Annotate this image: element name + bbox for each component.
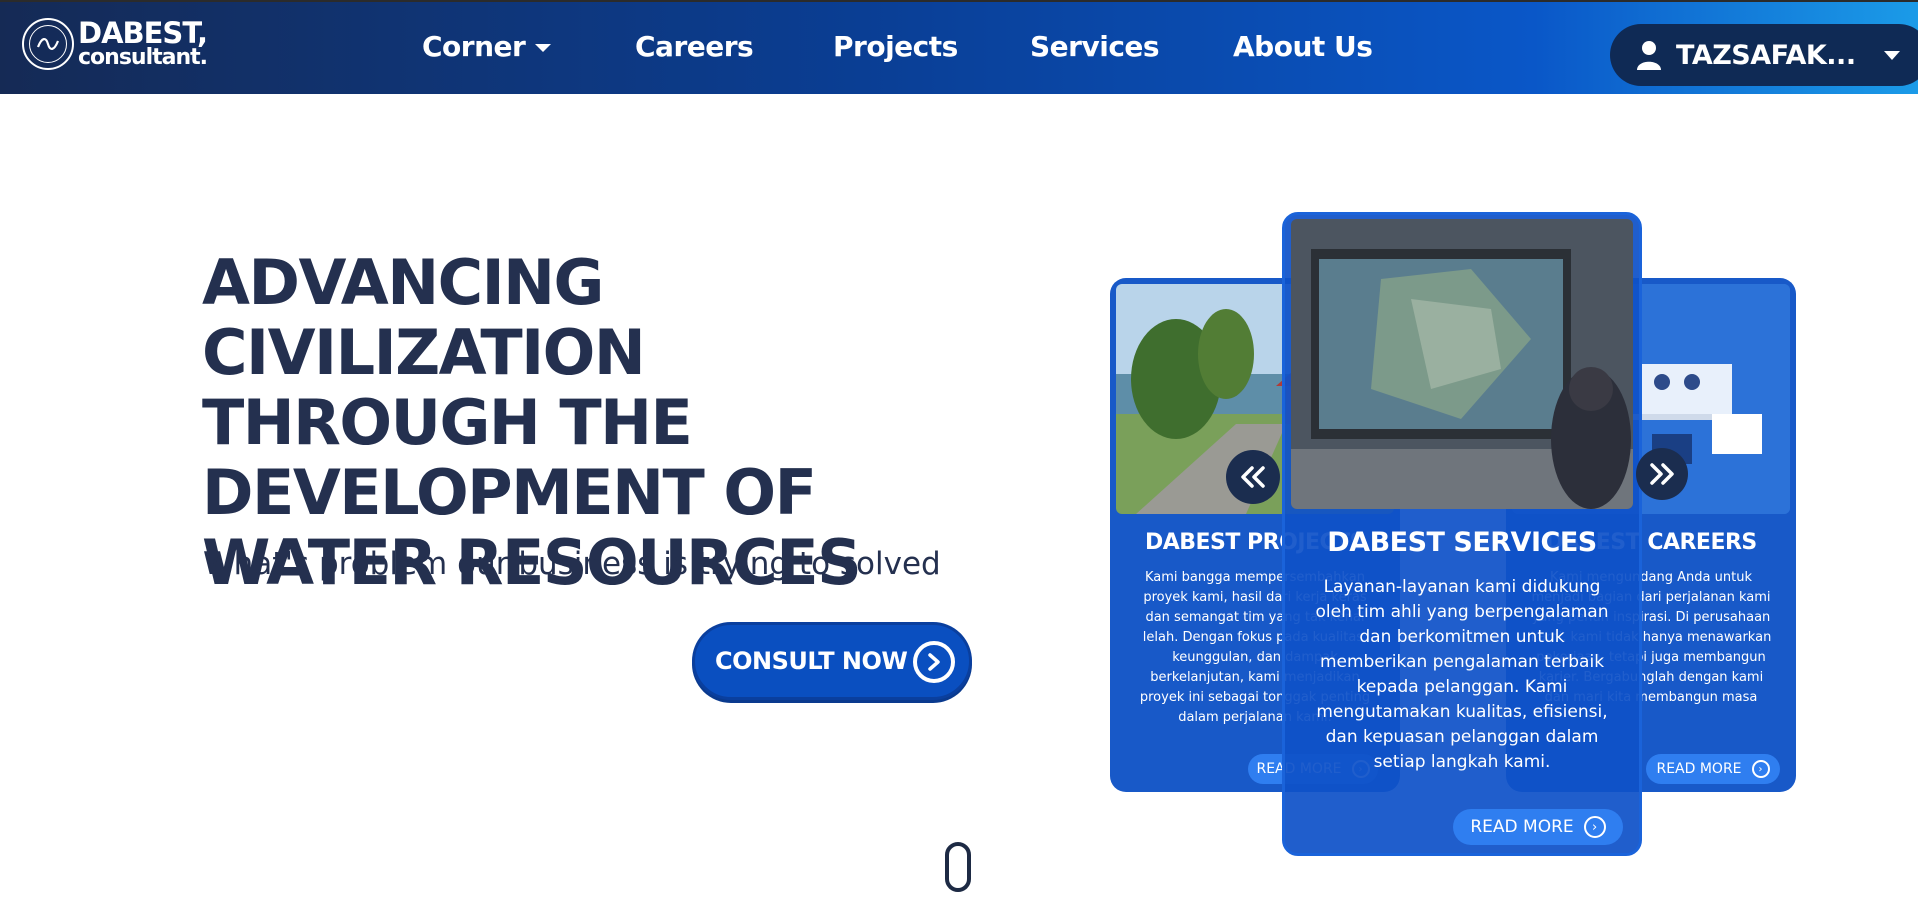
read-more-label: READ MORE <box>1470 817 1574 837</box>
carousel-prev-button[interactable] <box>1226 450 1280 504</box>
consult-now-button[interactable]: CONSULT NOW <box>692 622 972 700</box>
nav-item-projects[interactable]: Projects <box>833 30 958 63</box>
caret-down-icon <box>535 44 552 52</box>
double-chevron-left-icon <box>1241 466 1265 488</box>
read-more-label: READ MORE <box>1656 761 1742 777</box>
nav-item-about-us[interactable]: About Us <box>1233 30 1373 63</box>
user-icon <box>1637 41 1661 70</box>
chevron-right-circle-icon: › <box>1583 816 1606 838</box>
card-services-title: DABEST SERVICES <box>1327 527 1597 558</box>
logo-emblem-icon <box>22 18 74 70</box>
consult-now-label: CONSULT NOW <box>715 647 908 675</box>
nav-item-label: Corner <box>422 30 526 63</box>
card-services-body: Layanan-layanan kami didukung oleh tim a… <box>1315 577 1609 772</box>
hero-subtitle: What's problem our business is trying to… <box>203 546 941 582</box>
user-name: TAZSAFAK... <box>1676 39 1856 71</box>
carousel-next-button[interactable] <box>1636 448 1688 500</box>
brand-logo[interactable]: DABEST, consultant. <box>22 16 222 74</box>
nav-item-services[interactable]: Services <box>1030 30 1160 63</box>
chevron-right-circle-icon: › <box>1751 760 1770 778</box>
card-careers-read-more-button[interactable]: READ MORE › <box>1646 754 1780 784</box>
nav-item-corner[interactable]: Corner <box>422 30 552 63</box>
brand-tagline: consultant. <box>78 45 208 70</box>
double-chevron-right-icon <box>1650 463 1674 485</box>
user-menu-button[interactable]: TAZSAFAK... <box>1610 24 1918 86</box>
navbar: DABEST, consultant. Corner Careers Proje… <box>0 0 1918 94</box>
chevron-right-circle-icon <box>913 641 955 683</box>
card-services: DABEST SERVICES Layanan-layanan kami did… <box>1282 212 1642 856</box>
services-photo <box>1291 219 1633 509</box>
caret-down-icon <box>1883 50 1900 60</box>
scroll-down-indicator-icon[interactable] <box>945 842 971 892</box>
card-services-read-more-button[interactable]: READ MORE › <box>1453 809 1623 845</box>
nav-item-careers[interactable]: Careers <box>635 30 754 63</box>
